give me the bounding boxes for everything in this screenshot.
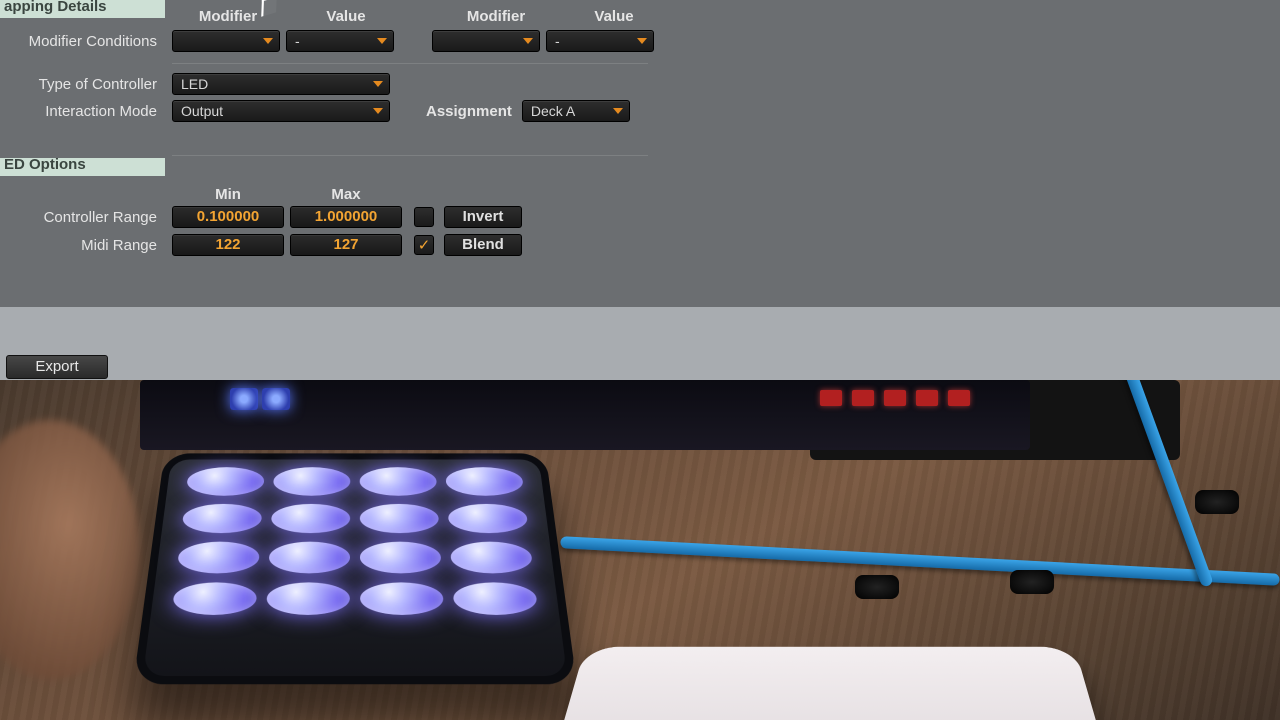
chevron-down-icon xyxy=(263,38,273,44)
hardware-photo xyxy=(0,380,1280,720)
checkbox-invert[interactable] xyxy=(414,207,434,227)
toolbar-strip: Export xyxy=(0,307,1280,380)
mapping-details-panel: apping Details Modifier Value Modifier V… xyxy=(0,0,1280,307)
dropdown-value: Output xyxy=(181,103,223,119)
label-midi-range: Midi Range xyxy=(0,237,165,254)
label-assignment: Assignment xyxy=(426,103,512,120)
chevron-down-icon xyxy=(523,38,533,44)
column-header-min: Min xyxy=(172,186,284,203)
section-tab-mapping-details: apping Details xyxy=(0,0,165,18)
midi-controller-device xyxy=(133,453,577,684)
column-header-modifier-1: Modifier xyxy=(172,8,284,25)
label-interaction-mode: Interaction Mode xyxy=(0,103,165,120)
chevron-down-icon xyxy=(373,81,383,87)
input-midi-range-max[interactable]: 127 xyxy=(290,234,402,256)
chevron-down-icon xyxy=(613,108,623,114)
section-tab-label: apping Details xyxy=(4,0,107,15)
chevron-down-icon xyxy=(377,38,387,44)
input-controller-range-max[interactable]: 1.000000 xyxy=(290,206,402,228)
dropdown-value: Deck A xyxy=(531,103,575,119)
input-midi-range-min[interactable]: 122 xyxy=(172,234,284,256)
label-modifier-conditions: Modifier Conditions xyxy=(0,33,165,50)
label-type-of-controller: Type of Controller xyxy=(0,76,165,93)
chevron-down-icon xyxy=(637,38,647,44)
column-header-value-2: Value xyxy=(558,8,670,25)
dropdown-modifier-1[interactable] xyxy=(172,30,280,52)
column-header-max: Max xyxy=(290,186,402,203)
dropdown-value-2[interactable]: - xyxy=(546,30,654,52)
dropdown-type-of-controller[interactable]: LED xyxy=(172,73,390,95)
label-blend: Blend xyxy=(444,234,522,256)
divider xyxy=(172,63,648,64)
export-button[interactable]: Export xyxy=(6,355,108,379)
column-header-modifier-2: Modifier xyxy=(440,8,552,25)
input-controller-range-min[interactable]: 0.100000 xyxy=(172,206,284,228)
dropdown-assignment[interactable]: Deck A xyxy=(522,100,630,122)
dropdown-value: - xyxy=(295,33,300,49)
checkbox-blend[interactable]: ✓ xyxy=(414,235,434,255)
label-invert: Invert xyxy=(444,206,522,228)
dropdown-value-1[interactable]: - xyxy=(286,30,394,52)
dropdown-interaction-mode[interactable]: Output xyxy=(172,100,390,122)
dropdown-modifier-2[interactable] xyxy=(432,30,540,52)
dropdown-value: - xyxy=(555,33,560,49)
dropdown-value: LED xyxy=(181,76,208,92)
chevron-down-icon xyxy=(373,108,383,114)
section-tab-label: ED Options xyxy=(4,156,86,173)
divider xyxy=(172,155,648,156)
section-tab-led-options: ED Options xyxy=(0,158,165,176)
label-controller-range: Controller Range xyxy=(0,209,165,226)
column-header-value-1: Value xyxy=(290,8,402,25)
